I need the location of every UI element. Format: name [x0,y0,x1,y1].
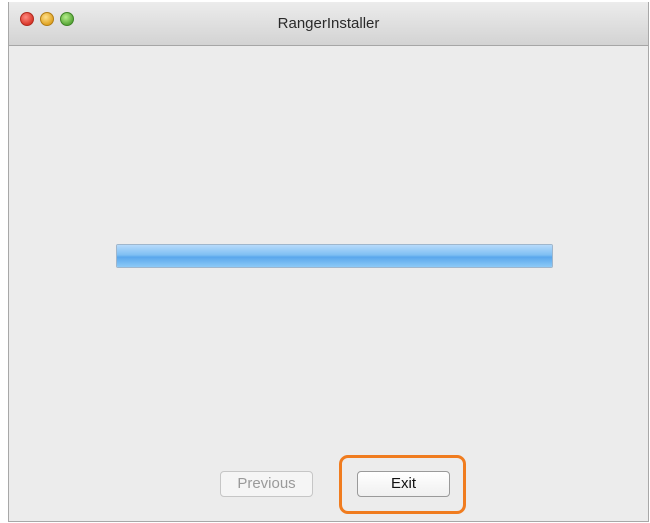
exit-highlight-annotation [339,455,466,514]
progress-bar [116,244,553,268]
title-bar[interactable]: RangerInstaller [9,2,648,46]
window-title: RangerInstaller [277,15,380,32]
progress-bar-fill [117,245,552,267]
installer-window: RangerInstaller Previous Exit [8,2,649,522]
previous-button[interactable]: Previous [220,471,313,497]
